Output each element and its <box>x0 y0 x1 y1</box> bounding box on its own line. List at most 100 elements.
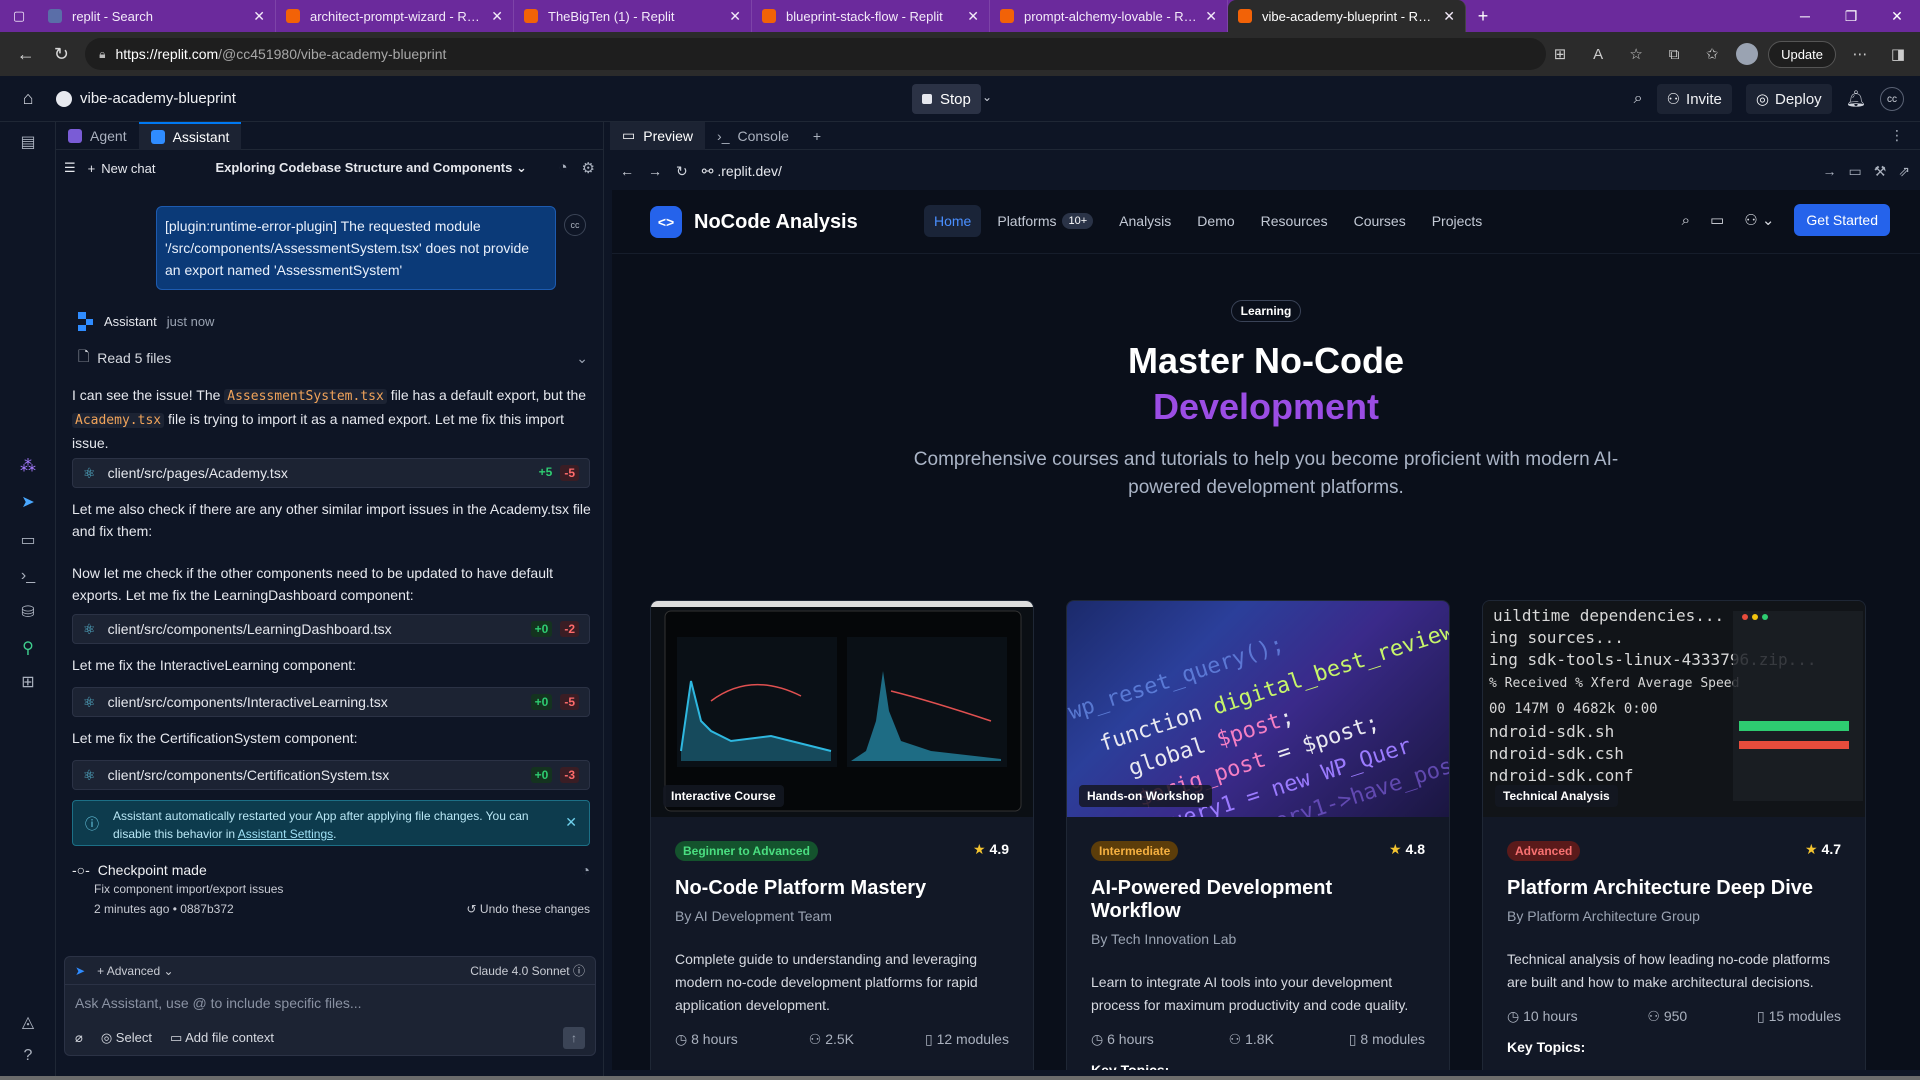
course-title[interactable]: AI-Powered Development Workflow <box>1091 877 1425 923</box>
home-icon[interactable]: ⌂ <box>0 76 56 122</box>
chat-input[interactable]: Ask Assistant, use @ to include specific… <box>65 985 595 1021</box>
get-started-button[interactable]: Get Started <box>1794 204 1890 236</box>
database-icon[interactable]: ⛁ <box>0 598 56 626</box>
close-icon[interactable]: ✕ <box>967 8 979 25</box>
project-title[interactable]: vibe-academy-blueprint <box>56 90 236 107</box>
file-change-chip[interactable]: ⚛ client/src/components/LearningDashboar… <box>72 614 590 644</box>
file-change-chip[interactable]: ⚛ client/src/components/InteractiveLearn… <box>72 687 590 717</box>
nav-platforms[interactable]: Platforms 10+ <box>987 205 1103 237</box>
forward-icon[interactable]: → <box>648 163 662 179</box>
files-icon[interactable]: ▤ <box>0 128 56 156</box>
close-icon[interactable]: ✕ <box>253 8 265 25</box>
apps-grid-icon[interactable]: ⊞ <box>0 668 56 696</box>
settings-gear-icon[interactable]: ⚙ <box>582 159 595 177</box>
devices-icon[interactable]: ▭ <box>1848 163 1861 180</box>
site-brand[interactable]: <> NoCode Analysis <box>650 206 858 238</box>
browser-tab[interactable]: prompt-alchemy-lovable - Replit ✕ <box>990 0 1228 32</box>
file-change-chip[interactable]: ⚛ client/src/pages/Academy.tsx +5 -5 <box>72 458 590 488</box>
tab-assistant[interactable]: Assistant <box>138 121 242 150</box>
read-files-expander[interactable]: 🗋︎ Read 5 files ⌄ <box>78 346 588 370</box>
stop-button[interactable]: Stop <box>912 84 981 114</box>
nav-home[interactable]: Home <box>924 205 982 237</box>
nav-courses[interactable]: Courses <box>1344 205 1416 237</box>
nav-projects[interactable]: Projects <box>1422 205 1493 237</box>
close-icon[interactable]: ✕ <box>1205 8 1217 25</box>
tab-agent[interactable]: Agent <box>56 122 139 150</box>
mode-selector[interactable]: + Advanced ⌄ <box>97 964 173 978</box>
invite-button[interactable]: ⚇ Invite <box>1656 84 1732 114</box>
secrets-icon[interactable]: ⚲ <box>0 634 56 662</box>
user-avatar[interactable]: cc <box>1880 87 1904 111</box>
send-button[interactable]: ↑ <box>563 1027 585 1049</box>
course-title[interactable]: Platform Architecture Deep Dive <box>1507 877 1841 900</box>
search-icon[interactable]: ⌕ <box>1634 90 1643 108</box>
deploy-button[interactable]: ◎ Deploy <box>1745 84 1832 114</box>
notifications-icon[interactable]: 🔔︎ <box>1846 89 1866 109</box>
sidebar-toggle-icon[interactable]: ◨ <box>1884 40 1912 68</box>
nav-demo[interactable]: Demo <box>1187 205 1244 237</box>
profile-avatar[interactable] <box>1736 43 1759 65</box>
assistant-settings-link[interactable]: Assistant Settings <box>238 827 333 841</box>
tab-console[interactable]: ›_ Console <box>705 122 801 150</box>
go-icon[interactable]: → <box>1822 163 1836 180</box>
nav-analysis[interactable]: Analysis <box>1109 205 1181 237</box>
assistant-icon[interactable]: ➤ <box>0 488 56 516</box>
tab-preview[interactable]: ▭ Preview <box>610 121 706 150</box>
chevron-down-icon[interactable]: ⌄ <box>982 90 992 104</box>
course-title[interactable]: No-Code Platform Mastery <box>675 877 1009 900</box>
new-tab-icon[interactable]: + <box>1466 6 1500 27</box>
back-icon[interactable]: ← <box>8 38 44 70</box>
help-icon[interactable]: ? <box>0 1042 56 1070</box>
user-menu[interactable]: ⚇ ⌄ <box>1744 211 1774 229</box>
alerts-icon[interactable]: ◬ <box>0 1008 56 1036</box>
open-new-tab-icon[interactable]: ⇗ <box>1898 163 1910 180</box>
browser-tab[interactable]: replit - Search ✕ <box>38 0 276 32</box>
close-icon[interactable]: ✕ <box>1443 8 1455 25</box>
course-card[interactable]: Interactive Course Beginner to Advanced … <box>650 600 1034 1070</box>
select-button[interactable]: ◎ Select <box>101 1030 152 1046</box>
read-aloud-icon[interactable]: A <box>1584 40 1612 68</box>
speed-icon[interactable]: ◔ <box>558 159 567 177</box>
app-available-icon[interactable]: ⊞ <box>1546 40 1574 68</box>
close-icon[interactable]: ✕ <box>729 8 741 25</box>
model-selector[interactable]: Claude 4.0 Sonnet ⓘ <box>470 962 585 979</box>
preview-icon[interactable]: ▭ <box>0 526 56 554</box>
close-icon[interactable]: ✕ <box>565 813 577 831</box>
monitor-icon[interactable]: ▭ <box>1710 211 1724 229</box>
more-icon[interactable]: ⋯ <box>1846 40 1874 68</box>
history-icon[interactable]: ☰ <box>64 160 76 176</box>
add-tab-icon[interactable]: + <box>801 122 833 150</box>
url-field[interactable]: 🔒︎ https://replit.com/@cc451980/vibe-aca… <box>85 38 1547 70</box>
new-chat-button[interactable]: + New chat <box>88 161 156 176</box>
conversation-title[interactable]: Exploring Codebase Structure and Compone… <box>215 160 526 176</box>
restore-icon[interactable]: ❐ <box>1828 0 1874 32</box>
attach-icon[interactable]: ⌀ <box>75 1030 83 1046</box>
course-card[interactable]: uildtime dependencies... ing sources... … <box>1482 600 1866 1070</box>
tab-actions-icon[interactable]: ▢ <box>0 0 38 32</box>
devtools-icon[interactable]: ⚒ <box>1874 163 1887 180</box>
browser-tab[interactable]: architect-prompt-wizard - Replit ✕ <box>276 0 514 32</box>
search-icon[interactable]: ⌕ <box>1682 212 1690 229</box>
commit-hash[interactable]: 0887b372 <box>180 902 233 916</box>
close-icon[interactable]: ✕ <box>491 8 503 25</box>
browser-tab[interactable]: blueprint-stack-flow - Replit ✕ <box>752 0 990 32</box>
more-vertical-icon[interactable]: ⋮ <box>1890 127 1904 144</box>
preview-url[interactable]: ⚯ .replit.dev/ <box>702 163 782 180</box>
nav-resources[interactable]: Resources <box>1251 205 1338 237</box>
add-file-context-button[interactable]: ▭ Add file context <box>170 1030 274 1046</box>
reload-icon[interactable]: ↻ <box>676 163 688 180</box>
extensions-icon[interactable]: ⧉ <box>1660 40 1688 68</box>
agent-icon[interactable]: ⁂ <box>0 452 56 480</box>
update-button[interactable]: Update <box>1768 40 1836 68</box>
course-card[interactable]: wp_reset_query(); function digital_best_… <box>1066 600 1450 1070</box>
favorite-star-icon[interactable]: ☆ <box>1622 40 1650 68</box>
file-change-chip[interactable]: ⚛ client/src/components/CertificationSys… <box>72 760 590 790</box>
shell-icon[interactable]: ›_ <box>0 562 56 590</box>
reload-icon[interactable]: ↻ <box>44 38 80 70</box>
minimize-icon[interactable]: ─ <box>1782 0 1828 32</box>
rollback-icon[interactable]: ◔ <box>582 862 590 878</box>
browser-tab-active[interactable]: vibe-academy-blueprint - Replit ✕ <box>1228 0 1466 32</box>
browser-tab[interactable]: TheBigTen (1) - Replit ✕ <box>514 0 752 32</box>
close-window-icon[interactable]: ✕ <box>1874 0 1920 32</box>
back-icon[interactable]: ← <box>620 163 634 179</box>
